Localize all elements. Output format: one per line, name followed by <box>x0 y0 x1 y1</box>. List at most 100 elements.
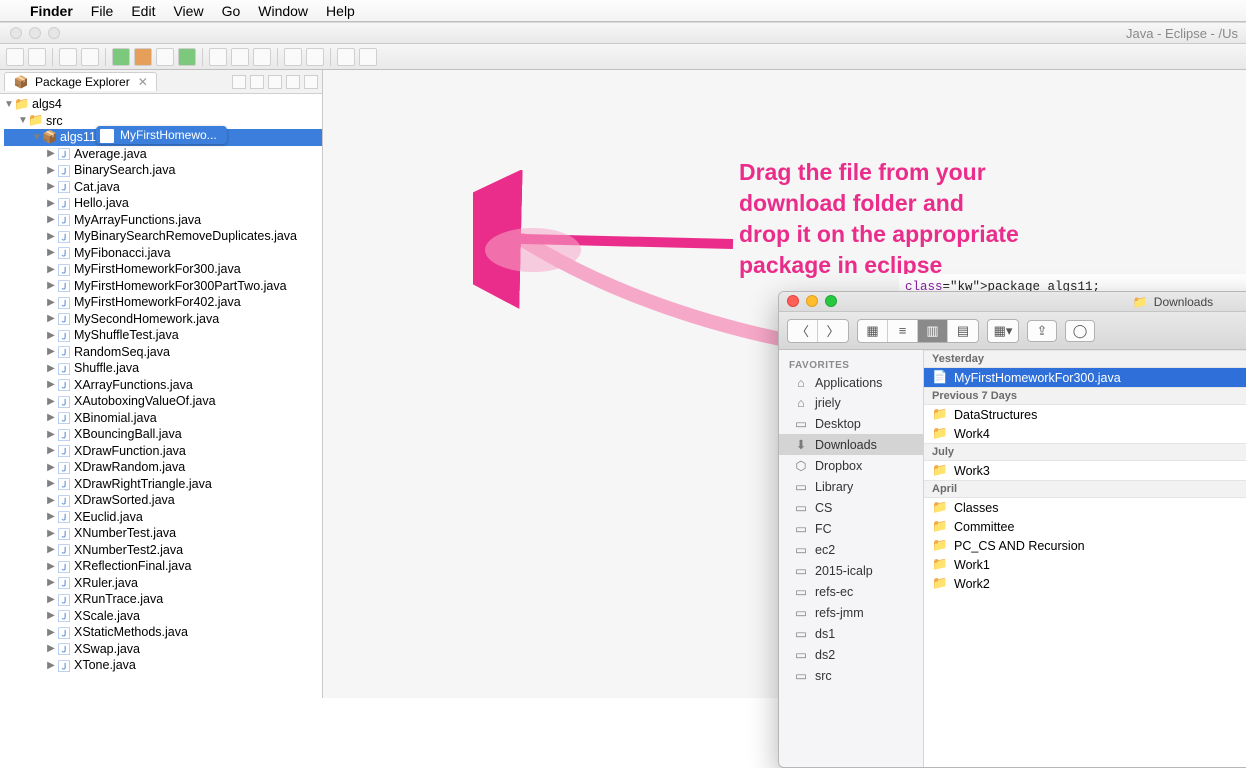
back-button[interactable]: 〈 <box>788 320 818 342</box>
chevron-icon[interactable]: ▶ <box>46 148 56 159</box>
chevron-icon[interactable]: ▶ <box>46 478 56 489</box>
package-tree[interactable]: ▼📁algs4▼📁src▼📦algs11MyFirstHomewo...▶🄹Av… <box>0 94 322 698</box>
chevron-icon[interactable]: ▶ <box>46 231 56 242</box>
tree-row[interactable]: ▶🄹MyFirstHomeworkFor300.java <box>4 261 322 278</box>
app-menu[interactable]: Finder <box>30 3 73 19</box>
menu-window[interactable]: Window <box>258 3 308 19</box>
chevron-icon[interactable]: ▶ <box>46 198 56 209</box>
sidebar-item-folder[interactable]: ▭refs-ec <box>779 581 923 602</box>
package-explorer-tab[interactable]: 📦 Package Explorer ✕ <box>4 72 157 91</box>
menu-help[interactable]: Help <box>326 3 355 19</box>
tree-row[interactable]: ▶🄹XNumberTest2.java <box>4 542 322 559</box>
tree-row[interactable]: ▶🄹XSwap.java <box>4 641 322 658</box>
eclipse-window-control-icon[interactable] <box>29 27 41 39</box>
minimize-icon[interactable] <box>286 75 300 89</box>
chevron-icon[interactable]: ▶ <box>46 643 56 654</box>
toolbar-btn-icon[interactable] <box>156 48 174 66</box>
list-item[interactable]: 📁Work2› <box>924 574 1246 593</box>
toolbar-run-icon[interactable] <box>112 48 130 66</box>
finder-sidebar[interactable]: Favorites ⌂Applications⌂jriely▭Desktop⬇D… <box>779 350 924 767</box>
tags-button[interactable]: ◯ <box>1065 320 1095 342</box>
chevron-icon[interactable]: ▶ <box>46 660 56 671</box>
forward-button[interactable]: 〉 <box>818 320 848 342</box>
view-column-icon[interactable]: ▥ <box>918 320 948 342</box>
tree-row[interactable]: ▶🄹XBouncingBall.java <box>4 426 322 443</box>
toolbar-debug-icon[interactable] <box>81 48 99 66</box>
tree-row[interactable]: ▶🄹MySecondHomework.java <box>4 311 322 328</box>
finder-titlebar[interactable]: 📁 Downloads <box>779 292 1246 312</box>
tree-row[interactable]: ▶🄹RandomSeq.java <box>4 344 322 361</box>
tree-row[interactable]: ▶🄹BinarySearch.java <box>4 162 322 179</box>
tree-row[interactable]: ▼📁algs4 <box>4 96 322 113</box>
sidebar-item-folder[interactable]: ▭ds2 <box>779 644 923 665</box>
list-item[interactable]: 📁Classes› <box>924 498 1246 517</box>
tree-row[interactable]: ▶🄹Average.java <box>4 146 322 163</box>
finder-file-list[interactable]: Yesterday📄MyFirstHomeworkFor300.javaPrev… <box>924 350 1246 767</box>
chevron-icon[interactable]: ▶ <box>46 511 56 522</box>
tree-row[interactable]: ▶🄹MyShuffleTest.java <box>4 327 322 344</box>
traffic-zoom-icon[interactable] <box>825 295 837 307</box>
chevron-icon[interactable]: ▶ <box>46 396 56 407</box>
tree-row[interactable]: ▶🄹Cat.java <box>4 179 322 196</box>
chevron-icon[interactable]: ▶ <box>46 313 56 324</box>
menu-go[interactable]: Go <box>222 3 241 19</box>
tree-row[interactable]: ▶🄹XRuler.java <box>4 575 322 592</box>
tree-row[interactable]: ▶🄹XRunTrace.java <box>4 591 322 608</box>
sidebar-item-folder[interactable]: ▭FC <box>779 518 923 539</box>
package-explorer-view[interactable]: 📦 Package Explorer ✕ ▼📁algs4▼📁src▼📦algs1… <box>0 70 323 698</box>
sidebar-item-folder[interactable]: ▭2015-icalp <box>779 560 923 581</box>
toolbar-new-icon[interactable] <box>6 48 24 66</box>
sidebar-item-downloads[interactable]: ⬇Downloads <box>779 434 923 455</box>
list-item[interactable]: 📁Committee› <box>924 517 1246 536</box>
menu-file[interactable]: File <box>91 3 114 19</box>
toolbar-task-icon[interactable] <box>306 48 324 66</box>
chevron-icon[interactable]: ▶ <box>46 379 56 390</box>
eclipse-toolbar[interactable] <box>0 44 1246 70</box>
tree-row[interactable]: ▶🄹Hello.java <box>4 195 322 212</box>
tree-row[interactable]: ▶🄹XAutoboxingValueOf.java <box>4 393 322 410</box>
tree-row[interactable]: ▶🄹XTone.java <box>4 657 322 674</box>
sidebar-item-home[interactable]: ⌂jriely <box>779 393 923 413</box>
chevron-icon[interactable]: ▶ <box>46 280 56 291</box>
tree-row[interactable]: ▶🄹MyFibonacci.java <box>4 245 322 262</box>
collapse-all-icon[interactable] <box>250 75 264 89</box>
toolbar-open-type-icon[interactable] <box>253 48 271 66</box>
tree-row[interactable]: ▶🄹XEuclid.java <box>4 509 322 526</box>
view-list-icon[interactable]: ≡ <box>888 320 918 342</box>
tree-row[interactable]: ▼📦algs11MyFirstHomewo... <box>4 129 322 146</box>
tree-row[interactable]: ▶🄹MyFirstHomeworkFor300PartTwo.java <box>4 278 322 295</box>
finder-window[interactable]: 📁 Downloads 〈 〉 ▦ ≡ ▥ ▤ ▦▾ ⇪ <box>778 291 1246 768</box>
toolbar-search-icon[interactable] <box>284 48 302 66</box>
menu-edit[interactable]: Edit <box>131 3 155 19</box>
chevron-icon[interactable]: ▶ <box>46 627 56 638</box>
sidebar-item-folder[interactable]: ▭Library <box>779 476 923 497</box>
chevron-icon[interactable]: ▶ <box>46 181 56 192</box>
share-button[interactable]: ⇪ <box>1027 320 1057 342</box>
tree-row[interactable]: ▶🄹XReflectionFinal.java <box>4 558 322 575</box>
view-menu-icon[interactable] <box>268 75 282 89</box>
tree-row[interactable]: ▶🄹XDrawRightTriangle.java <box>4 476 322 493</box>
tree-row[interactable]: ▶🄹XNumberTest.java <box>4 525 322 542</box>
link-editor-icon[interactable] <box>232 75 246 89</box>
toolbar-nav-fwd-icon[interactable] <box>359 48 377 66</box>
chevron-icon[interactable]: ▶ <box>46 330 56 341</box>
sidebar-item-folder[interactable]: ▭refs-jmm <box>779 602 923 623</box>
eclipse-window-control-icon[interactable] <box>10 27 22 39</box>
chevron-icon[interactable]: ▶ <box>46 247 56 258</box>
chevron-icon[interactable]: ▶ <box>46 214 56 225</box>
tree-row[interactable]: ▶🄹XDrawFunction.java <box>4 443 322 460</box>
menu-view[interactable]: View <box>173 3 203 19</box>
chevron-icon[interactable]: ▶ <box>46 363 56 374</box>
chevron-icon[interactable]: ▶ <box>46 264 56 275</box>
chevron-icon[interactable]: ▶ <box>46 462 56 473</box>
list-item[interactable]: 📁Work3› <box>924 461 1246 480</box>
list-item[interactable]: 📁DataStructures› <box>924 405 1246 424</box>
chevron-icon[interactable]: ▶ <box>46 594 56 605</box>
tree-row[interactable]: ▶🄹Shuffle.java <box>4 360 322 377</box>
toolbar-new-pkg-icon[interactable] <box>209 48 227 66</box>
toolbar-build-icon[interactable] <box>59 48 77 66</box>
list-item[interactable]: 📁Work1› <box>924 555 1246 574</box>
chevron-icon[interactable]: ▶ <box>46 544 56 555</box>
tree-row[interactable]: ▶🄹XStaticMethods.java <box>4 624 322 641</box>
tree-row[interactable]: ▶🄹XDrawSorted.java <box>4 492 322 509</box>
